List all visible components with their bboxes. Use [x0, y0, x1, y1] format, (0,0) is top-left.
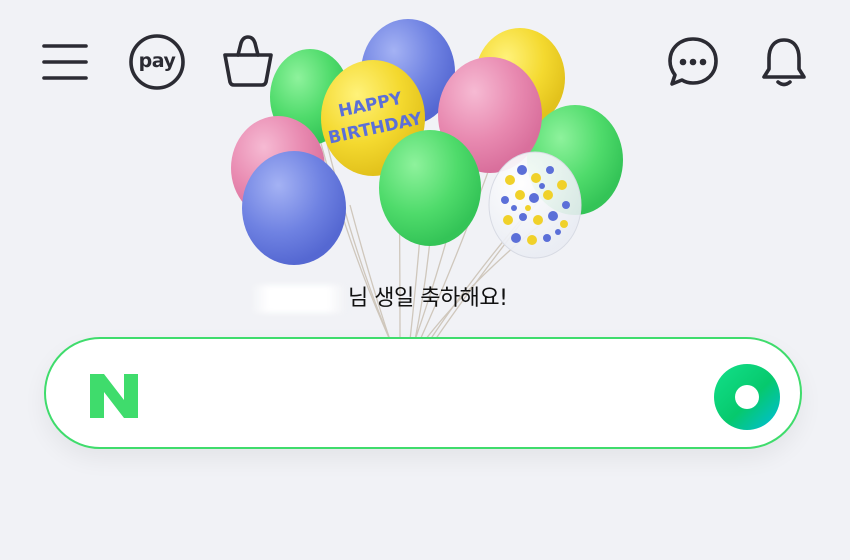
confetti-balloon: [488, 151, 582, 259]
naver-home-page: pay HAPPY BIRTHDAY 님 생일 축하해요!: [0, 0, 850, 560]
birthday-message: 님 생일 축하해요!: [250, 280, 630, 316]
green-circle-voice-icon: [735, 385, 759, 409]
search-bar[interactable]: [44, 337, 802, 449]
bell-icon: [762, 38, 806, 87]
hamburger-menu-icon: [42, 44, 88, 80]
search-input[interactable]: [166, 365, 710, 423]
naver-n-logo-icon[interactable]: [88, 372, 140, 420]
green-dot-search-button[interactable]: [714, 364, 780, 430]
birthday-message-text: 님 생일 축하해요!: [348, 286, 508, 311]
pay-button[interactable]: pay: [127, 33, 187, 91]
notification-button[interactable]: [758, 35, 810, 89]
menu-button[interactable]: [40, 38, 90, 84]
talk-button[interactable]: [666, 35, 720, 89]
blurred-user-name: [250, 285, 346, 313]
chat-bubble-icon: [668, 37, 718, 86]
pay-label: pay: [138, 50, 176, 72]
